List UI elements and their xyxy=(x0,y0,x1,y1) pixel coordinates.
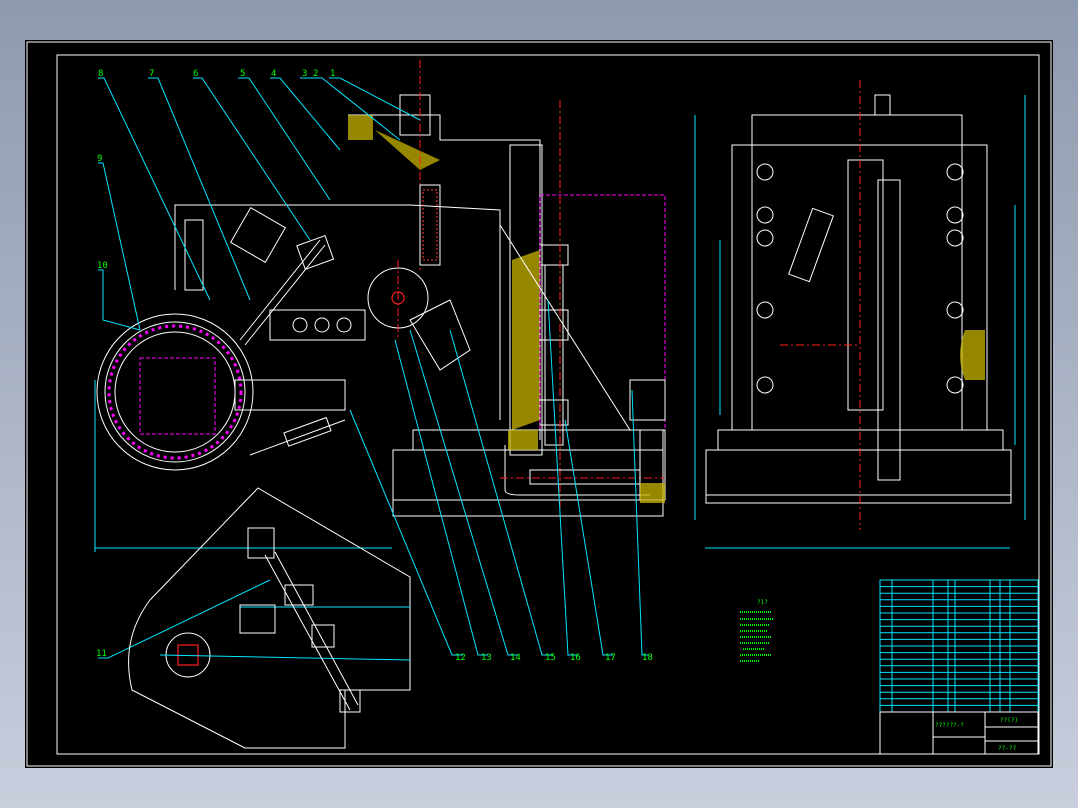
balloon-11: 11 xyxy=(96,649,107,659)
front-view xyxy=(96,60,666,517)
balloon-1: 1 xyxy=(330,69,335,79)
organization: ??-?? xyxy=(998,745,1016,752)
balloon-8: 8 xyxy=(98,69,103,79)
balloon-17: 17 xyxy=(605,653,616,663)
notes-title: ?1? xyxy=(757,599,768,606)
balloon-4: 4 xyxy=(271,69,276,79)
balloon-18: 18 xyxy=(642,653,653,663)
balloon-5: 5 xyxy=(240,69,245,79)
balloon-2: 2 xyxy=(313,69,318,79)
drawing-number: ??????-? xyxy=(935,722,964,729)
detail-view xyxy=(128,487,411,749)
balloon-12: 12 xyxy=(455,653,466,663)
cad-drawing-sheet: 8 7 6 5 4 3 2 1 9 10 11 12 13 14 15 16 1… xyxy=(25,40,1053,768)
balloon-13: 13 xyxy=(481,653,492,663)
balloon-leaders: 8 7 6 5 4 3 2 1 9 10 11 12 13 14 15 16 1… xyxy=(94,69,653,663)
balloon-10: 10 xyxy=(97,261,108,271)
drawing-title: ??(?) xyxy=(1000,717,1018,724)
side-view xyxy=(694,80,1026,549)
balloon-16: 16 xyxy=(570,653,581,663)
technical-notes: ?1? xyxy=(740,599,774,662)
title-block: ??????-? ??(?) ??-?? xyxy=(879,579,1039,755)
balloon-9: 9 xyxy=(97,154,102,164)
balloon-7: 7 xyxy=(149,69,154,79)
balloon-15: 15 xyxy=(545,653,556,663)
drawing-canvas: 8 7 6 5 4 3 2 1 9 10 11 12 13 14 15 16 1… xyxy=(26,41,1052,767)
balloon-6: 6 xyxy=(193,69,198,79)
balloon-14: 14 xyxy=(510,653,521,663)
balloon-3: 3 xyxy=(302,69,307,79)
